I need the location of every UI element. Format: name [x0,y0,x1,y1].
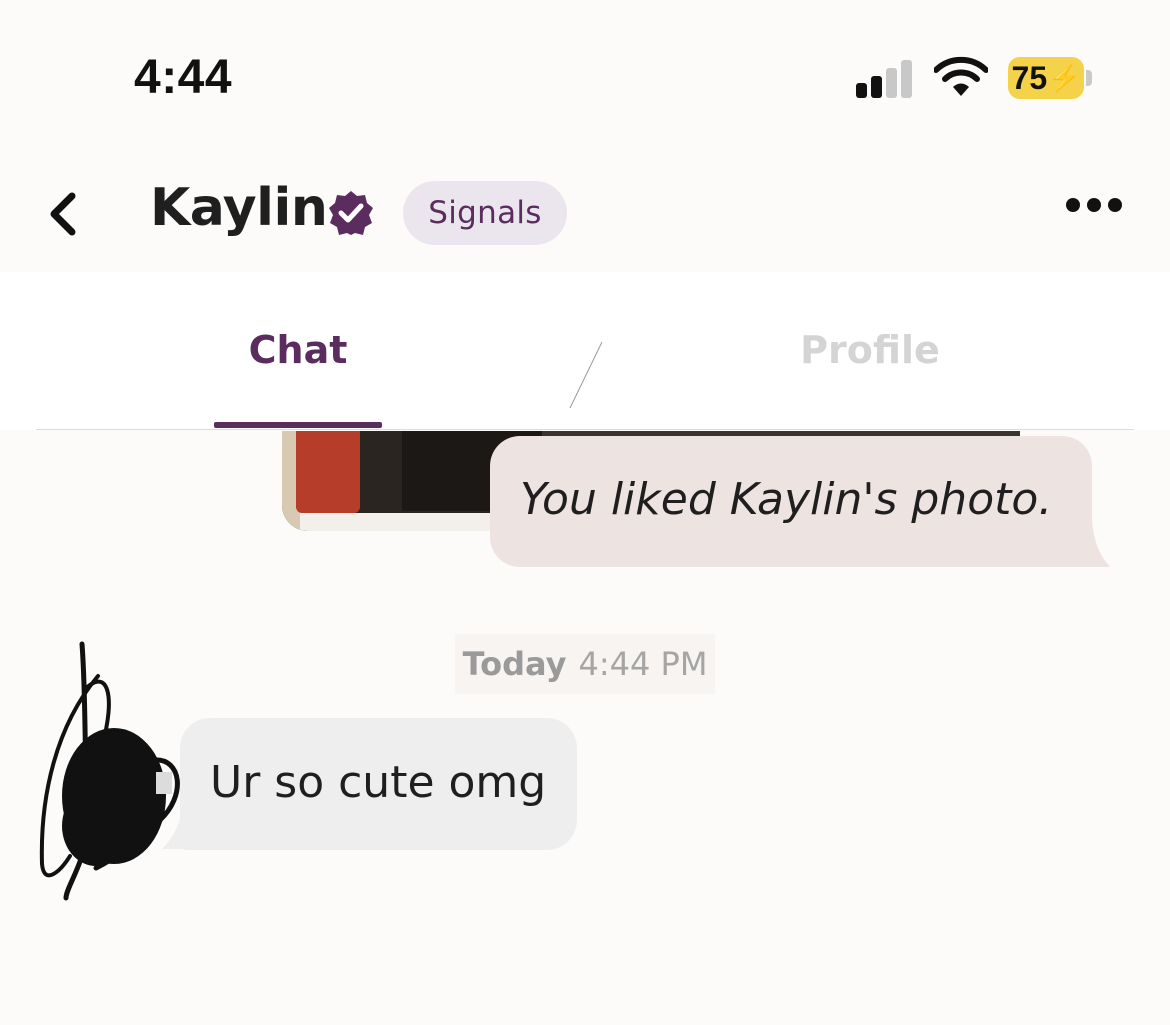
verified-badge-icon [329,191,373,235]
wifi-icon [934,56,988,96]
status-time: 4:44 [134,51,233,104]
timestamp-time: 4:44 PM [578,645,708,683]
chevron-left-icon[interactable] [44,190,80,238]
avatar[interactable] [36,636,196,906]
tab-profile[interactable]: Profile [780,328,960,372]
contact-name[interactable]: Kaylin [150,178,328,238]
signals-button[interactable]: Signals [403,181,567,245]
tab-separator [569,341,603,409]
more-dots-icon[interactable] [1066,198,1124,214]
message-timestamp: Today 4:44 PM [455,634,715,694]
timestamp-day: Today [462,645,567,683]
cellular-signal-icon [856,58,914,98]
active-tab-indicator [214,422,382,428]
received-bubble-tail [162,800,208,849]
received-message: Ur so cute omg [210,757,547,808]
charging-bolt-icon: ⚡ [1048,62,1081,93]
battery-percent: 75 [1011,59,1048,96]
tab-divider [36,429,1134,430]
sent-bubble-tail [1064,520,1110,567]
liked-photo-message: You liked Kaylin's photo. [520,474,1053,525]
tab-chat[interactable]: Chat [214,328,382,372]
battery-nub [1086,70,1092,86]
battery-indicator: 75 ⚡ [1008,57,1084,99]
